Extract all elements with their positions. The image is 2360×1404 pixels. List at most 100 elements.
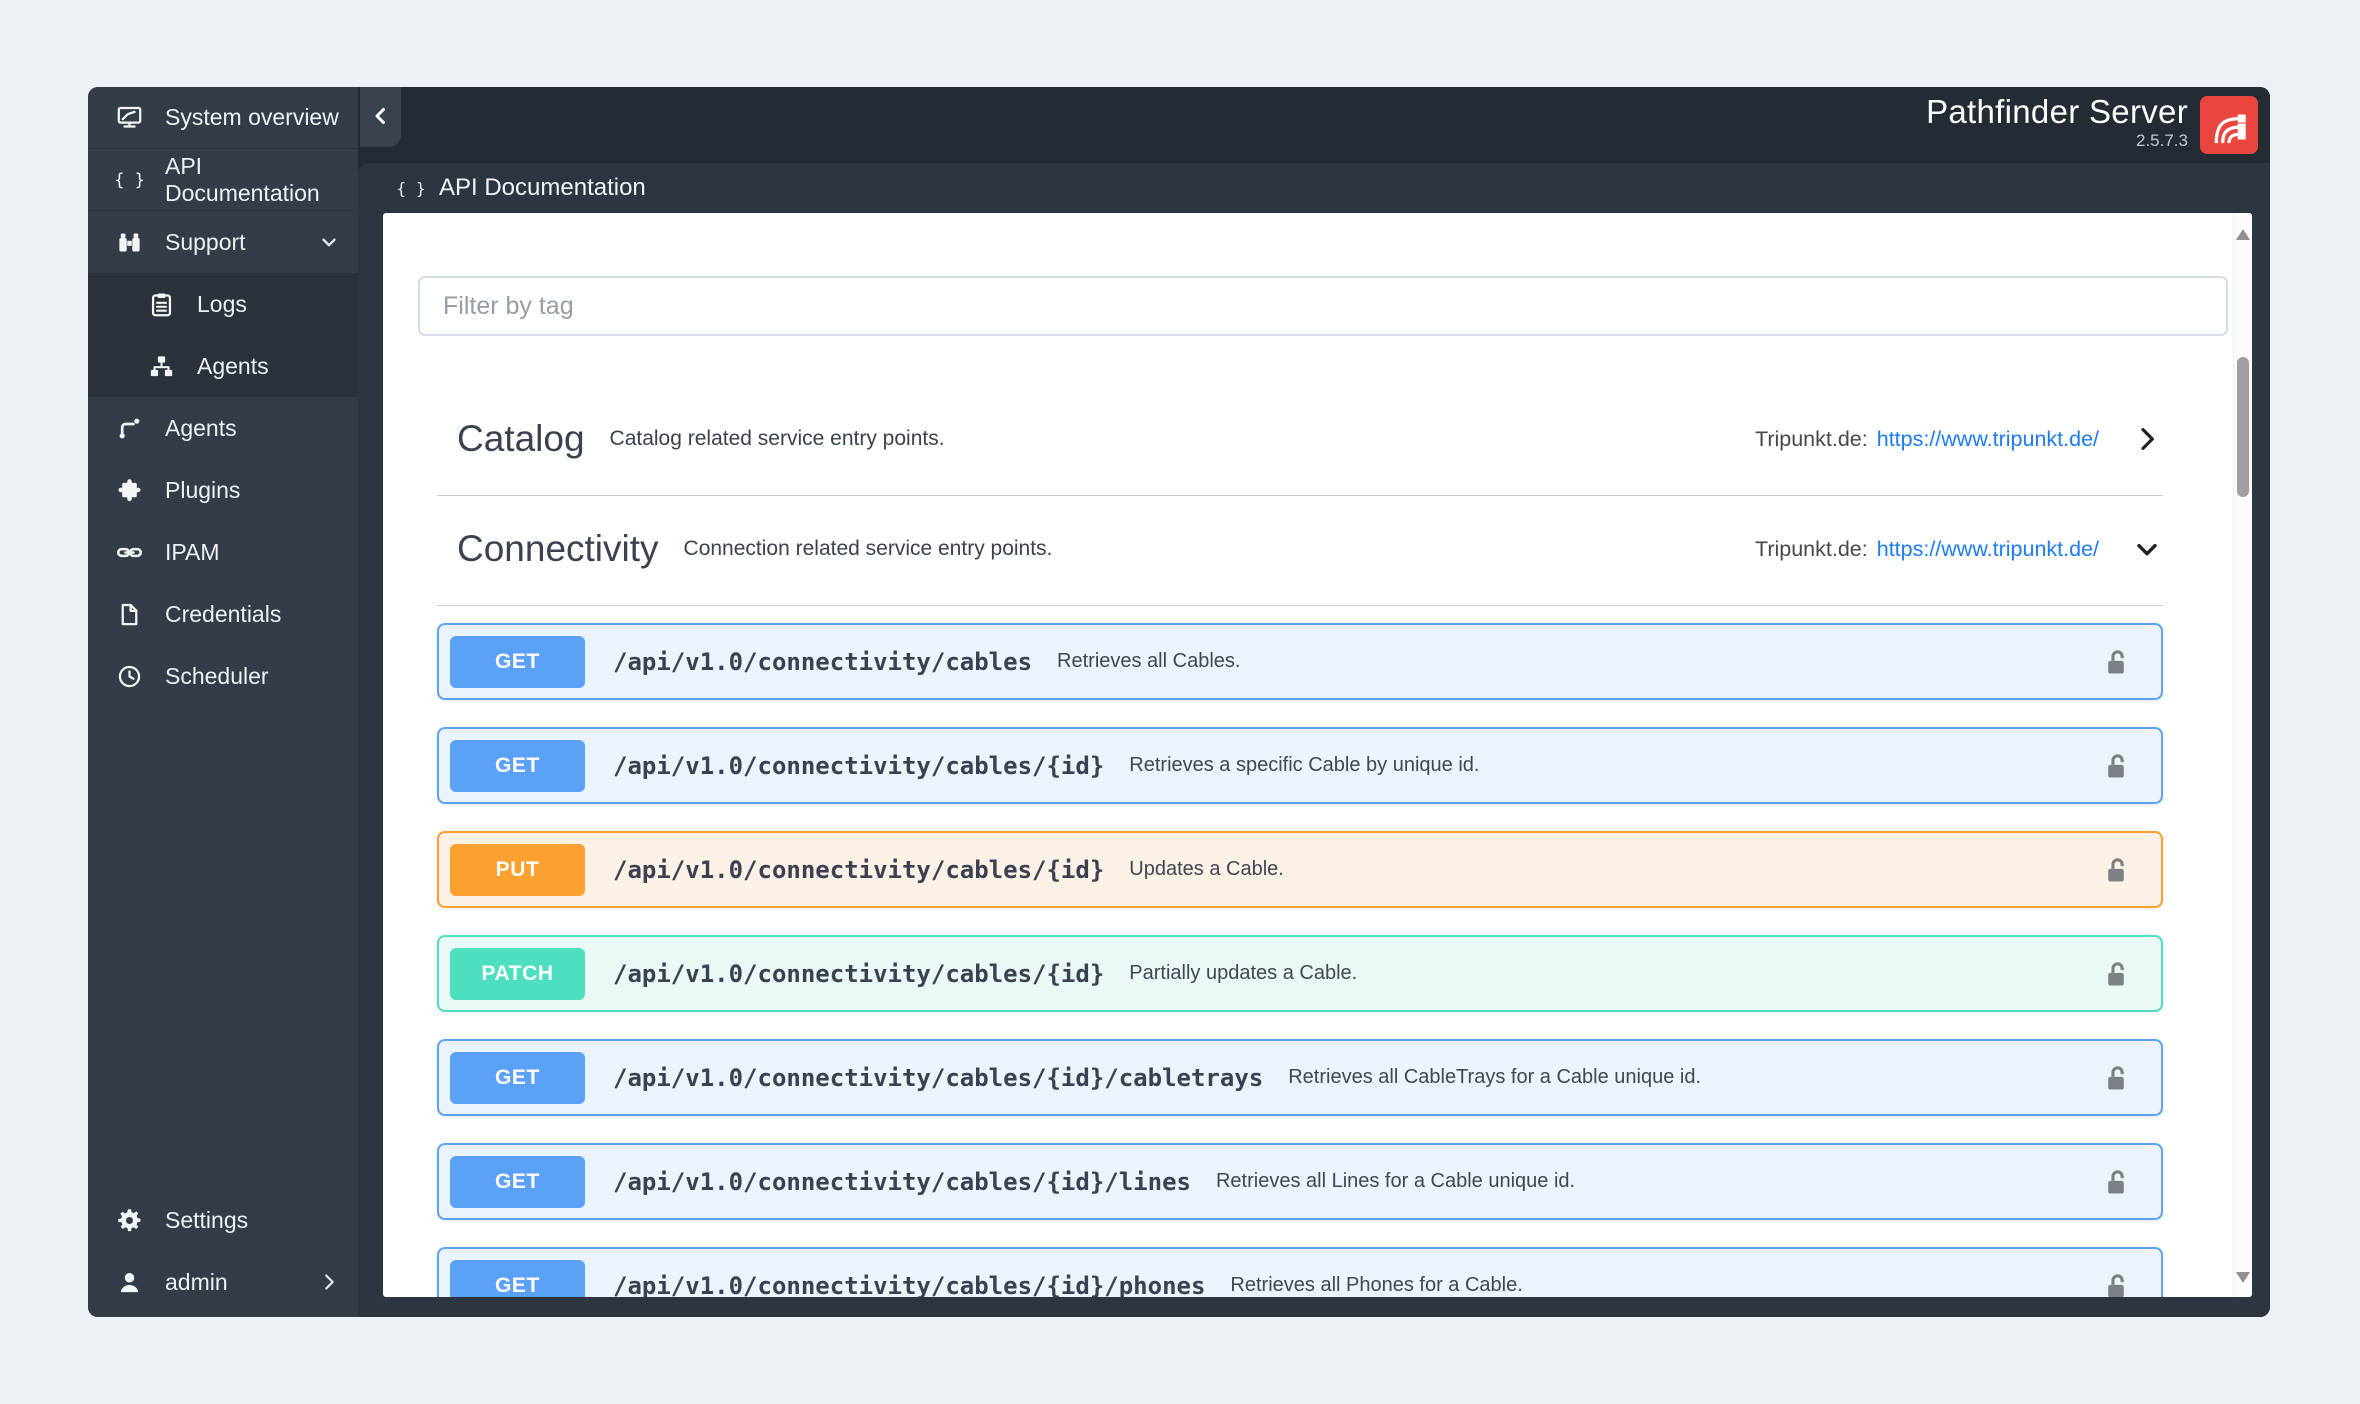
sidebar-item-agents[interactable]: Agents (88, 397, 358, 459)
sidebar-item-plugins[interactable]: Plugins (88, 459, 358, 521)
endpoint-path: /api/v1.0/connectivity/cables/{id}/cable… (613, 1063, 1264, 1092)
section-header-connectivity[interactable]: Connectivity Connection related service … (437, 520, 2163, 606)
http-method-badge: GET (450, 1259, 585, 1297)
sidebar: System overview { } API Documentation Su… (88, 87, 358, 1317)
filter-input[interactable] (418, 276, 2228, 336)
http-method-badge: GET (450, 1051, 585, 1104)
endpoint-description: Updates a Cable. (1129, 858, 1284, 880)
external-docs-link[interactable]: https://www.tripunkt.de/ (1877, 427, 2099, 452)
endpoint-row[interactable]: GET /api/v1.0/connectivity/cables/{id}/c… (437, 1039, 2163, 1116)
sidebar-item-label: Logs (197, 290, 247, 317)
gear-icon (116, 1207, 143, 1234)
external-docs-label: Tripunkt.de: (1755, 426, 1868, 451)
sidebar-item-logs[interactable]: Logs (88, 273, 358, 335)
lock-open-icon[interactable] (2101, 749, 2131, 782)
endpoint-description: Retrieves all Phones for a Cable. (1230, 1274, 1523, 1296)
brand-logo-icon (2200, 96, 2258, 154)
endpoint-row[interactable]: GET /api/v1.0/connectivity/cables/{id} R… (437, 727, 2163, 804)
file-icon (116, 601, 143, 628)
route-icon (116, 415, 143, 442)
endpoint-row[interactable]: PUT /api/v1.0/connectivity/cables/{id} U… (437, 831, 2163, 908)
endpoint-row[interactable]: PATCH /api/v1.0/connectivity/cables/{id}… (437, 935, 2163, 1012)
endpoint-path: /api/v1.0/connectivity/cables/{id} (613, 855, 1105, 884)
endpoint-description: Retrieves a specific Cable by unique id. (1129, 754, 1480, 776)
scroll-down-arrow-icon[interactable] (2236, 1272, 2250, 1283)
chevron-left-icon (369, 104, 393, 131)
lock-open-icon[interactable] (2101, 1269, 2131, 1297)
top-bar: Pathfinder Server 2.5.7.3 (358, 87, 2270, 163)
lock-open-icon[interactable] (2101, 645, 2131, 678)
lock-open-icon[interactable] (2101, 957, 2131, 990)
sidebar-item-settings[interactable]: Settings (88, 1189, 358, 1251)
sidebar-item-label: Scheduler (165, 662, 269, 689)
endpoint-row[interactable]: GET /api/v1.0/connectivity/cables Retrie… (437, 623, 2163, 700)
sidebar-bottom-nav: Settings admin (88, 1189, 358, 1317)
puzzle-icon (116, 477, 143, 504)
section-external-docs: Tripunkt.de: https://www.tripunkt.de/ (1755, 427, 2099, 452)
endpoint-description: Retrieves all Lines for a Cable unique i… (1215, 1170, 1576, 1192)
sidebar-item-label: Settings (165, 1206, 249, 1233)
endpoint-description: Retrieves all CableTrays for a Cable uni… (1288, 1066, 1702, 1088)
sidebar-item-label: Plugins (165, 476, 241, 503)
sidebar-item-label: Agents (197, 352, 269, 379)
sidebar-item-agents[interactable]: Agents (88, 335, 358, 397)
braces-icon: { } (116, 166, 143, 193)
lock-open-icon[interactable] (2101, 853, 2131, 886)
section-header-catalog[interactable]: Catalog Catalog related service entry po… (437, 410, 2163, 496)
app-version: 2.5.7.3 (2136, 131, 2188, 150)
section-description: Catalog related service entry points. (609, 427, 945, 450)
user-icon (116, 1269, 143, 1296)
section-external-docs: Tripunkt.de: https://www.tripunkt.de/ (1755, 537, 2099, 562)
endpoint-path: /api/v1.0/connectivity/cables/{id} (613, 959, 1105, 988)
http-method-badge: GET (450, 739, 585, 792)
endpoint-list: GET /api/v1.0/connectivity/cables Retrie… (437, 623, 2163, 1297)
sidebar-item-api-documentation[interactable]: { } API Documentation (88, 149, 358, 211)
http-method-badge: GET (450, 1155, 585, 1208)
sidebar-collapse-button[interactable] (360, 87, 401, 147)
section-title: Catalog (457, 418, 585, 459)
binoculars-icon (116, 229, 143, 256)
sidebar-item-label: IPAM (165, 538, 220, 565)
main-area: Pathfinder Server 2.5.7.3 { } API Docume… (358, 87, 2270, 1317)
chevron-right-icon[interactable] (2131, 423, 2163, 455)
endpoint-path: /api/v1.0/connectivity/cables/{id}/phone… (613, 1271, 1206, 1298)
external-docs-link[interactable]: https://www.tripunkt.de/ (1877, 537, 2099, 562)
sidebar-item-system-overview[interactable]: System overview (88, 87, 358, 149)
sidebar-item-label: Credentials (165, 600, 282, 627)
chevron-down-icon (318, 231, 340, 253)
sidebar-item-scheduler[interactable]: Scheduler (88, 645, 358, 707)
scroll-up-arrow-icon[interactable] (2236, 229, 2250, 240)
endpoint-row[interactable]: GET /api/v1.0/connectivity/cables/{id}/l… (437, 1143, 2163, 1220)
endpoint-row[interactable]: GET /api/v1.0/connectivity/cables/{id}/p… (437, 1247, 2163, 1297)
chevron-down-icon[interactable] (2131, 533, 2163, 565)
clock-icon (116, 663, 143, 690)
scroll-area: Catalog Catalog related service entry po… (383, 213, 2233, 1297)
sidebar-item-label: Agents (165, 414, 237, 441)
endpoint-description: Partially updates a Cable. (1129, 962, 1358, 984)
http-method-badge: GET (450, 635, 585, 688)
lock-open-icon[interactable] (2101, 1165, 2131, 1198)
scrollbar-thumb[interactable] (2237, 357, 2249, 497)
endpoint-description: Retrieves all Cables. (1057, 650, 1241, 672)
braces-icon: { } (396, 175, 425, 201)
brand: Pathfinder Server 2.5.7.3 (1926, 94, 2188, 151)
scrollbar (2233, 213, 2252, 1297)
endpoint-path: /api/v1.0/connectivity/cables/{id}/lines (613, 1167, 1191, 1196)
sidebar-item-support[interactable]: Support (88, 211, 358, 273)
link-icon (116, 539, 143, 566)
sitemap-icon (148, 353, 175, 380)
sidebar-item-credentials[interactable]: Credentials (88, 583, 358, 645)
sidebar-item-admin[interactable]: admin (88, 1251, 358, 1313)
sidebar-item-label: admin (165, 1268, 228, 1295)
sidebar-item-label: API Documentation (165, 152, 320, 206)
svg-text:{ }: { } (116, 170, 143, 190)
monitor-icon (116, 104, 143, 131)
sidebar-item-ipam[interactable]: IPAM (88, 521, 358, 583)
page-title: API Documentation (439, 174, 646, 201)
svg-text:{ }: { } (398, 179, 424, 198)
lock-open-icon[interactable] (2101, 1061, 2131, 1094)
http-method-badge: PUT (450, 843, 585, 896)
page-title-bar: { } API Documentation (358, 163, 2270, 213)
content-panel: Catalog Catalog related service entry po… (383, 213, 2252, 1297)
endpoint-path: /api/v1.0/connectivity/cables/{id} (613, 751, 1105, 780)
